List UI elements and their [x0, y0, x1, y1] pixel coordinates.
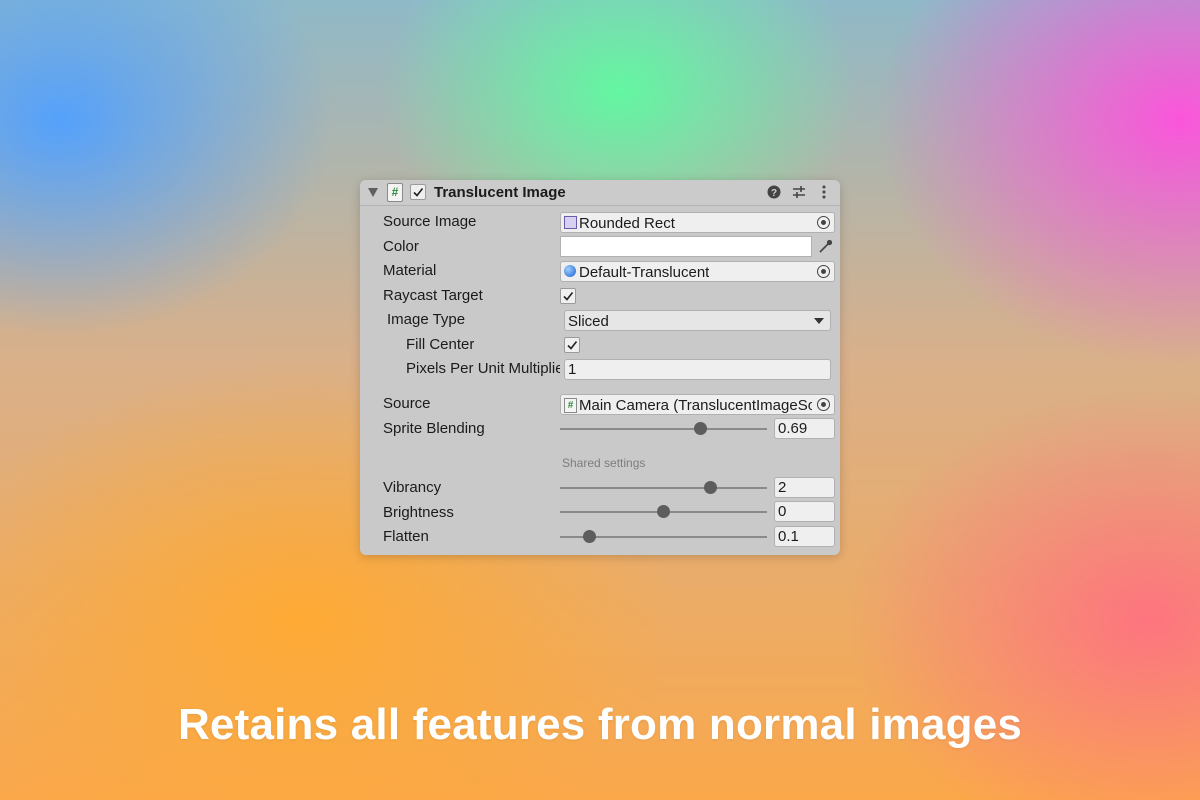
- object-picker-icon[interactable]: [817, 265, 830, 278]
- slider-knob[interactable]: [703, 481, 717, 494]
- component-title: Translucent Image: [434, 184, 566, 201]
- brightness-label: Brightness: [383, 504, 454, 521]
- chevron-down-icon: [814, 318, 824, 324]
- caption-text: Retains all features from normal images: [177, 700, 1023, 749]
- vibrancy-input[interactable]: 2: [774, 477, 835, 498]
- sprite-blending-input[interactable]: 0.69: [774, 418, 835, 439]
- shared-settings-heading: Shared settings: [562, 456, 646, 470]
- image-type-value: Sliced: [568, 313, 609, 330]
- material-sphere-icon: [564, 265, 576, 277]
- sprite-icon: [564, 216, 577, 229]
- component-header[interactable]: # Translucent Image ?: [360, 180, 840, 206]
- pixels-per-unit-label: Pixels Per Unit Multiplier: [406, 360, 560, 377]
- help-icon[interactable]: ?: [766, 184, 782, 200]
- flatten-label: Flatten: [383, 528, 429, 545]
- brightness-input[interactable]: 0: [774, 501, 835, 522]
- slider-knob[interactable]: [657, 505, 670, 518]
- image-type-label: Image Type: [387, 311, 466, 328]
- pixels-per-unit-input[interactable]: 1: [564, 359, 831, 380]
- material-field[interactable]: Default-Translucent: [560, 261, 835, 282]
- script-icon: #: [564, 398, 577, 413]
- material-value: Default-Translucent: [579, 264, 710, 281]
- color-swatch[interactable]: [560, 236, 812, 257]
- object-picker-icon[interactable]: [817, 398, 830, 411]
- source-value: Main Camera (TranslucentImageSource): [579, 397, 812, 414]
- vibrancy-label: Vibrancy: [383, 479, 442, 496]
- more-icon[interactable]: [816, 184, 832, 200]
- object-picker-icon[interactable]: [817, 216, 830, 229]
- svg-text:?: ?: [771, 188, 777, 199]
- color-label: Color: [383, 238, 419, 255]
- slider-knob[interactable]: [693, 422, 707, 435]
- slider-knob[interactable]: [583, 530, 597, 543]
- source-image-field[interactable]: Rounded Rect: [560, 212, 835, 233]
- source-field[interactable]: # Main Camera (TranslucentImageSource): [560, 394, 835, 415]
- material-label: Material: [383, 262, 437, 279]
- raycast-target-label: Raycast Target: [383, 287, 483, 304]
- script-icon: #: [387, 183, 403, 202]
- flatten-slider[interactable]: [560, 526, 767, 547]
- flatten-input[interactable]: 0.1: [774, 526, 835, 547]
- image-type-dropdown[interactable]: Sliced: [564, 310, 831, 331]
- raycast-target-checkbox[interactable]: [560, 288, 576, 304]
- inspector-panel: # Translucent Image ? Source Image Round…: [360, 180, 840, 555]
- sprite-blending-label: Sprite Blending: [383, 420, 485, 437]
- sprite-blending-slider[interactable]: [560, 418, 767, 439]
- slider-track: [560, 428, 767, 430]
- source-image-value: Rounded Rect: [579, 215, 675, 232]
- fill-center-checkbox[interactable]: [564, 337, 580, 353]
- fill-center-label: Fill Center: [406, 336, 475, 353]
- foldout-arrow-icon[interactable]: [368, 188, 378, 197]
- source-image-label: Source Image: [383, 213, 477, 230]
- eyedropper-icon[interactable]: [815, 236, 835, 257]
- presets-icon[interactable]: [791, 184, 807, 200]
- vibrancy-slider[interactable]: [560, 477, 767, 498]
- source-label: Source: [383, 395, 431, 412]
- slider-track: [560, 487, 767, 489]
- brightness-slider[interactable]: [560, 501, 767, 522]
- component-enabled-checkbox[interactable]: [410, 184, 426, 200]
